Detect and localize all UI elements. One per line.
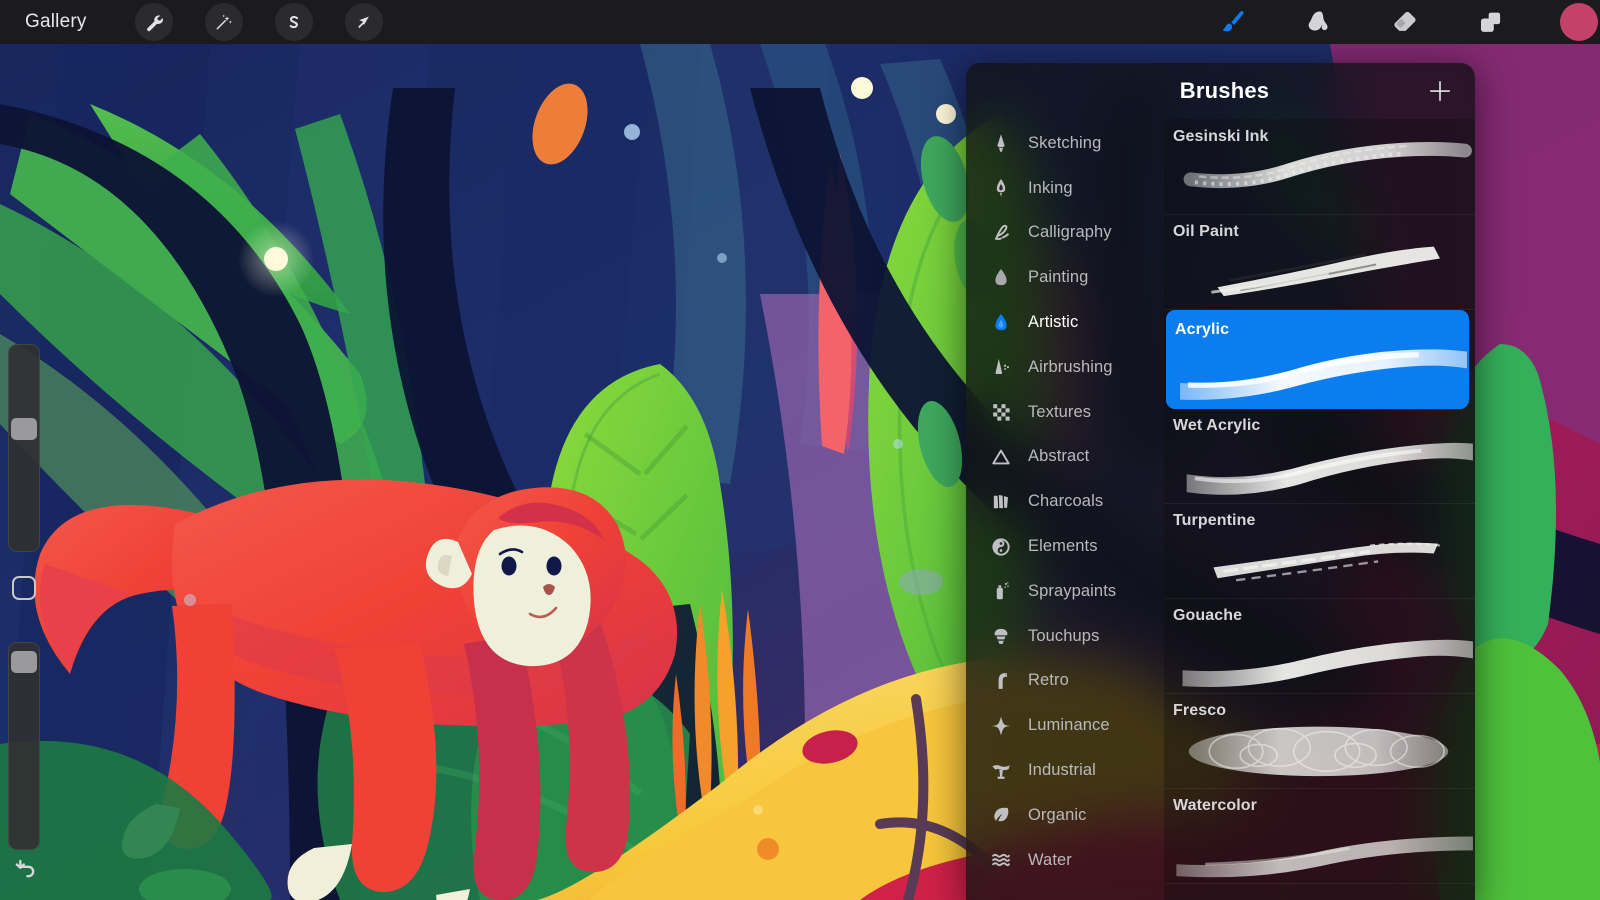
spraypaints-icon	[988, 580, 1014, 602]
brush-category-painting[interactable]: Painting	[966, 255, 1164, 300]
brush-category-label: Artistic	[1028, 313, 1079, 332]
brush-category-water[interactable]: Water	[966, 838, 1164, 883]
brush-item-label: Acrylic	[1175, 321, 1230, 338]
brush-category-label: Organic	[1028, 805, 1087, 824]
brush-item-acrylic[interactable]: Acrylic	[1166, 310, 1469, 409]
brush-list[interactable]: Gesinski Ink Oil Paint Acrylic Wet Acryl…	[1164, 119, 1475, 900]
inking-icon	[988, 177, 1014, 199]
brush-category-textures[interactable]: Textures	[966, 390, 1164, 435]
brush-category-airbrushing[interactable]: Airbrushing	[966, 345, 1164, 390]
brush-category-label: Retro	[1028, 671, 1069, 690]
brush-opacity-slider[interactable]	[8, 642, 40, 850]
paintbrush-icon[interactable]	[1216, 5, 1250, 39]
textures-icon	[988, 401, 1014, 423]
add-brush-button[interactable]	[1427, 78, 1453, 104]
gallery-button[interactable]: Gallery	[25, 11, 87, 33]
layers-icon[interactable]	[1474, 5, 1508, 39]
brush-category-organic[interactable]: Organic	[966, 793, 1164, 838]
brush-item-label: Turpentine	[1173, 512, 1256, 529]
brush-item-watercolor[interactable]: Watercolor	[1164, 789, 1475, 884]
brush-category-spraypaints[interactable]: Spraypaints	[966, 569, 1164, 614]
brush-category-label: Industrial	[1028, 761, 1096, 780]
right-tool-group	[1216, 0, 1598, 44]
brush-category-label: Airbrushing	[1028, 357, 1113, 376]
brush-item-turpentine[interactable]: Turpentine	[1164, 504, 1475, 599]
airbrushing-icon	[988, 356, 1014, 378]
brush-category-label: Touchups	[1028, 626, 1100, 645]
brushes-panel-header: Brushes	[966, 63, 1475, 119]
left-sidebar	[8, 344, 40, 890]
brush-size-thumb[interactable]	[11, 418, 37, 441]
elements-icon	[988, 536, 1014, 558]
charcoals-icon	[988, 491, 1014, 513]
smudge-icon[interactable]	[1302, 5, 1336, 39]
brush-category-list[interactable]: Sketching Inking Calligraphy Painting Artist…	[966, 119, 1164, 900]
brush-item-gesinski-ink[interactable]: Gesinski Ink	[1164, 120, 1475, 215]
undo-button[interactable]	[11, 854, 39, 882]
brush-item-gouache[interactable]: Gouache	[1164, 599, 1475, 694]
painting-icon	[988, 267, 1014, 289]
selection-icon[interactable]	[274, 3, 313, 41]
brush-category-artistic[interactable]: Artistic	[966, 300, 1164, 345]
brush-category-abstract[interactable]: Abstract	[966, 435, 1164, 480]
brush-category-label: Luminance	[1028, 716, 1110, 735]
brush-category-label: Painting	[1028, 268, 1089, 287]
top-toolbar: Gallery	[0, 0, 1600, 44]
brush-category-elements[interactable]: Elements	[966, 524, 1164, 569]
brush-category-label: Charcoals	[1028, 492, 1104, 511]
luminance-icon	[988, 715, 1014, 737]
brushes-panel: Brushes Sketching Inking Calligraphy Painti…	[966, 63, 1475, 900]
brush-category-charcoals[interactable]: Charcoals	[966, 479, 1164, 524]
brush-item-label: Watercolor	[1173, 797, 1257, 814]
brush-item-label: Fresco	[1173, 702, 1227, 719]
color-swatch[interactable]	[1560, 3, 1598, 41]
brush-category-calligraphy[interactable]: Calligraphy	[966, 211, 1164, 256]
artistic-icon	[988, 312, 1014, 334]
sketching-icon	[988, 132, 1014, 154]
brush-item-label: Gouache	[1173, 607, 1243, 624]
touchups-icon	[988, 625, 1014, 647]
brush-category-label: Calligraphy	[1028, 223, 1112, 242]
brush-item-oil-paint[interactable]: Oil Paint	[1164, 215, 1475, 310]
brush-category-label: Inking	[1028, 178, 1073, 197]
brush-category-retro[interactable]: Retro	[966, 659, 1164, 704]
brush-category-sketching[interactable]: Sketching	[966, 121, 1164, 166]
brush-category-inking[interactable]: Inking	[966, 166, 1164, 211]
wand-icon[interactable]	[204, 3, 243, 41]
eraser-icon[interactable]	[1388, 5, 1422, 39]
industrial-icon	[988, 760, 1014, 782]
brush-category-label: Elements	[1028, 537, 1098, 556]
calligraphy-icon	[988, 222, 1014, 244]
transform-icon[interactable]	[344, 3, 383, 41]
brush-item-fresco[interactable]: Fresco	[1164, 694, 1475, 789]
brushes-panel-body: Sketching Inking Calligraphy Painting Artist…	[966, 119, 1475, 900]
water-icon	[988, 849, 1014, 871]
organic-icon	[988, 804, 1014, 826]
retro-icon	[988, 670, 1014, 692]
brush-item-wet-acrylic[interactable]: Wet Acrylic	[1164, 409, 1475, 504]
brush-category-label: Sketching	[1028, 133, 1102, 152]
modify-button[interactable]	[12, 576, 36, 600]
brush-category-touchups[interactable]: Touchups	[966, 614, 1164, 659]
brush-category-label: Textures	[1028, 402, 1092, 421]
brush-category-label: Spraypaints	[1028, 581, 1117, 600]
brush-category-luminance[interactable]: Luminance	[966, 703, 1164, 748]
panel-title: Brushes	[1179, 78, 1270, 103]
brush-opacity-thumb[interactable]	[11, 650, 37, 673]
brush-item-label: Gesinski Ink	[1173, 128, 1269, 145]
brush-item-label: Oil Paint	[1173, 223, 1239, 240]
procreate-app: Gallery Brushes Sketching Inking Calligr…	[0, 0, 1600, 900]
abstract-icon	[988, 446, 1014, 468]
wrench-icon[interactable]	[134, 3, 173, 41]
brush-category-label: Water	[1028, 850, 1072, 869]
brush-item-label: Wet Acrylic	[1173, 417, 1261, 434]
brush-category-label: Abstract	[1028, 447, 1090, 466]
brush-size-slider[interactable]	[8, 344, 40, 552]
brush-category-industrial[interactable]: Industrial	[966, 748, 1164, 793]
left-tool-group	[134, 3, 383, 41]
